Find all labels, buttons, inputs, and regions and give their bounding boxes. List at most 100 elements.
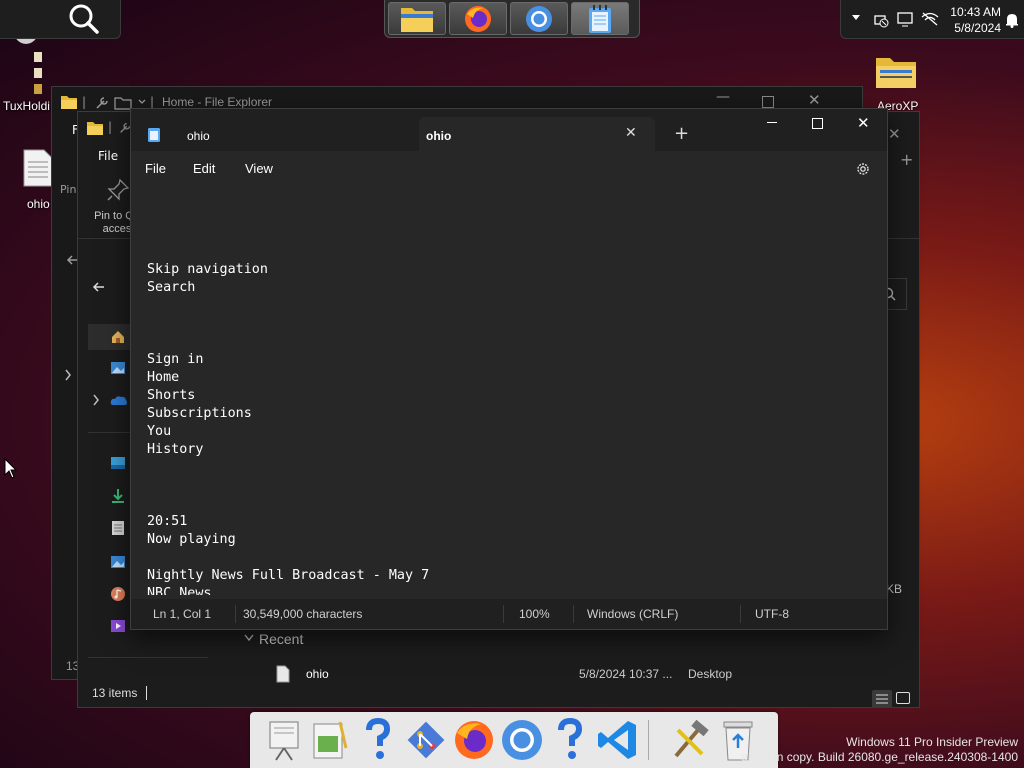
tab-label: ohio xyxy=(187,129,210,143)
clock-time: 10:43 AM xyxy=(950,5,1001,19)
settings-gear-icon[interactable] xyxy=(855,161,871,177)
folder-icon xyxy=(87,122,103,135)
pin-icon[interactable] xyxy=(106,178,130,202)
menu-file[interactable]: File xyxy=(145,161,166,176)
chevron-down-icon[interactable] xyxy=(851,14,861,22)
desktop-icon-label: ohio xyxy=(27,197,50,211)
cursor-position[interactable]: Ln 1, Col 1 xyxy=(153,607,211,621)
folder-icon xyxy=(61,96,77,109)
menu-file[interactable]: File xyxy=(98,149,118,163)
recent-file-date: 5/8/2024 10:37 ... xyxy=(579,667,673,681)
maximize-button[interactable] xyxy=(812,118,823,129)
firefox-icon xyxy=(465,5,491,32)
details-view-icon xyxy=(876,694,888,704)
vscode-icon xyxy=(598,721,636,759)
chevron-down-icon[interactable] xyxy=(138,99,146,105)
dock-file-explorer[interactable] xyxy=(388,2,446,35)
music-icon[interactable] xyxy=(110,586,126,602)
notepad-status-bar: Ln 1, Col 1 30,549,000 characters 100% W… xyxy=(131,599,887,629)
wrench-icon[interactable] xyxy=(94,95,110,111)
wifi-off-icon[interactable] xyxy=(921,12,939,26)
tab-ohio-inactive[interactable]: ohio xyxy=(171,117,411,151)
menu-edit[interactable]: Edit xyxy=(193,161,215,176)
notification-bell-icon[interactable] xyxy=(1005,12,1019,28)
home-icon xyxy=(112,331,124,343)
git-icon xyxy=(407,721,445,759)
tiles-view-button[interactable] xyxy=(896,692,910,704)
text-editor[interactable]: Skip navigation Search Sign in Home Shor… xyxy=(147,189,867,595)
tab-close-button[interactable]: ✕ xyxy=(625,125,637,141)
downloads-icon[interactable] xyxy=(110,488,126,504)
close-button[interactable]: ✕ xyxy=(888,125,901,143)
clock-date: 5/8/2024 xyxy=(954,21,1001,35)
dock-system-tools[interactable] xyxy=(668,716,712,764)
minimize-button[interactable] xyxy=(767,122,777,123)
details-view-button[interactable] xyxy=(872,690,892,708)
pictures-icon[interactable] xyxy=(110,554,126,570)
maximize-button[interactable] xyxy=(762,96,774,108)
watermark-line1: Windows 11 Pro Insider Preview xyxy=(846,735,1018,749)
tab-label: ohio xyxy=(426,129,452,143)
notepad-menubar: File Edit View xyxy=(131,151,887,185)
top-dock xyxy=(384,0,640,38)
folder-icon xyxy=(876,58,916,88)
chevron-right-icon[interactable] xyxy=(92,394,100,406)
presentation-board-icon xyxy=(269,721,299,761)
search-button[interactable] xyxy=(62,3,106,35)
dock-presentation-app[interactable] xyxy=(262,716,306,764)
new-tab-button[interactable]: + xyxy=(674,123,689,144)
help-question-icon xyxy=(366,718,391,759)
notepad-titlebar[interactable]: ohio ohio ✕ + ✕ xyxy=(131,109,887,151)
chromium-icon xyxy=(502,720,542,760)
minimize-button[interactable]: — xyxy=(716,89,730,105)
pin-label: Pin xyxy=(60,183,77,196)
display-icon[interactable] xyxy=(897,11,913,27)
dock-help-2[interactable] xyxy=(548,716,592,764)
close-button[interactable]: ✕ xyxy=(857,114,870,132)
line-ending[interactable]: Windows (CRLF) xyxy=(587,607,678,621)
tux-stack-icon xyxy=(34,52,42,94)
back-arrow-icon[interactable] xyxy=(92,280,106,294)
clock[interactable]: 10:43 AM 5/8/2024 xyxy=(945,4,1001,36)
close-button[interactable]: ✕ xyxy=(808,91,821,109)
chromium-icon xyxy=(526,5,552,32)
recent-section-header[interactable]: Recent xyxy=(259,631,303,647)
text-file-icon xyxy=(276,665,290,683)
status-bar-text: 13 items xyxy=(92,686,138,700)
dock-chromium[interactable] xyxy=(510,2,568,35)
window-title: Home - File Explorer xyxy=(162,95,273,109)
recent-file-row[interactable]: ohio 5/8/2024 10:37 ... Desktop xyxy=(266,662,856,686)
firefox-icon xyxy=(455,721,493,759)
notepad-window[interactable]: ohio ohio ✕ + ✕ File Edit View Skip navi… xyxy=(130,108,888,630)
desktop-icon[interactable] xyxy=(110,456,126,470)
notepad-icon xyxy=(589,4,611,33)
chevron-right-icon[interactable] xyxy=(64,369,72,381)
character-count: 30,549,000 characters xyxy=(243,607,363,621)
spreadsheet-icon xyxy=(313,721,348,759)
network-disconnected-icon[interactable] xyxy=(873,12,889,28)
help-question-icon xyxy=(558,718,583,759)
dock-firefox[interactable] xyxy=(452,716,496,764)
system-tray: 10:43 AM 5/8/2024 xyxy=(840,0,1024,39)
videos-icon[interactable] xyxy=(110,618,126,634)
mouse-cursor-icon xyxy=(4,458,18,479)
recent-file-location: Desktop xyxy=(688,667,733,681)
new-tab-button[interactable]: + xyxy=(900,150,913,169)
dock-firefox[interactable] xyxy=(449,2,507,35)
onedrive-icon[interactable] xyxy=(110,394,128,406)
menu-view[interactable]: View xyxy=(245,161,273,176)
tab-ohio-active[interactable]: ohio ✕ xyxy=(419,117,655,151)
zoom-level[interactable]: 100% xyxy=(519,607,550,621)
dock-git[interactable] xyxy=(404,716,448,764)
dock-vscode[interactable] xyxy=(596,716,640,764)
documents-icon[interactable] xyxy=(111,520,125,536)
dock-notepad[interactable] xyxy=(571,2,629,35)
dock-spreadsheet-app[interactable] xyxy=(308,716,352,764)
encoding[interactable]: UTF-8 xyxy=(755,607,789,621)
folder-icon xyxy=(401,7,433,32)
chevron-down-icon[interactable] xyxy=(244,634,254,642)
dock-chromium[interactable] xyxy=(500,716,544,764)
hammer-wrench-icon xyxy=(674,719,709,758)
gallery-icon[interactable] xyxy=(110,360,126,376)
dock-help[interactable] xyxy=(356,716,400,764)
